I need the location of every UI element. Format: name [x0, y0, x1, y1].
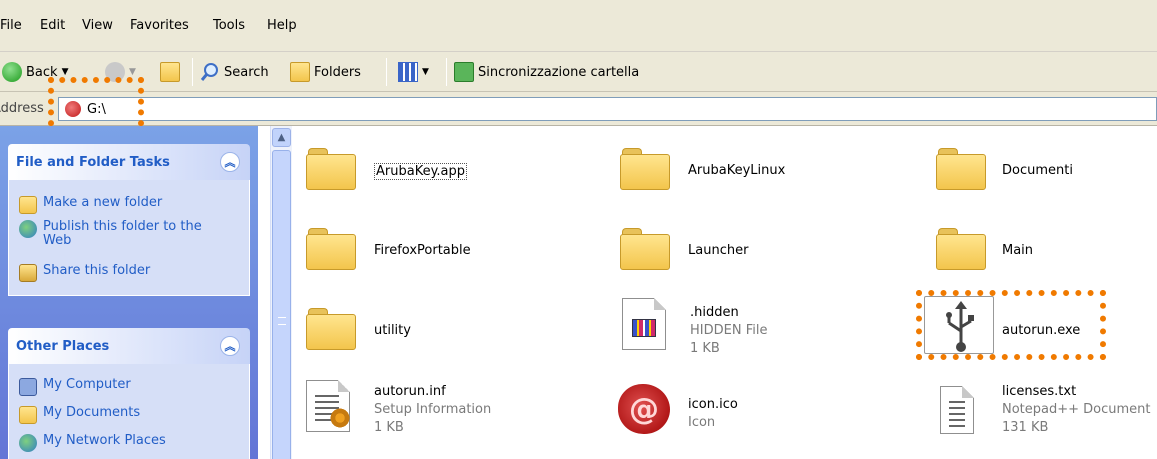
address-label: Address — [0, 101, 44, 116]
folder-icon[interactable] — [936, 146, 986, 190]
collapse-chevron-icon[interactable]: ︽ — [220, 336, 240, 356]
sync-icon — [454, 62, 474, 82]
share-folder-icon — [19, 264, 37, 282]
search-icon — [200, 62, 220, 82]
file-name[interactable]: Launcher — [688, 243, 748, 258]
menu-edit[interactable]: Edit — [40, 18, 65, 33]
place-my-documents[interactable]: My Documents — [19, 406, 140, 424]
file-name[interactable]: Main — [1002, 243, 1033, 258]
file-name[interactable]: ArubaKeyLinux — [688, 163, 785, 178]
folder-icon[interactable] — [306, 226, 356, 270]
file-name[interactable]: utility — [374, 323, 411, 338]
task-publish-folder[interactable]: Publish this folder to the Web — [19, 220, 229, 248]
scroll-up-arrow-icon[interactable]: ▲ — [272, 128, 291, 147]
menu-tools[interactable]: Tools — [213, 18, 245, 33]
autorun-highlight — [916, 290, 1106, 360]
place-label: My Documents — [43, 405, 141, 420]
menu-favorites[interactable]: Favorites — [130, 18, 189, 33]
dropdown-arrow-icon: ▼ — [422, 67, 429, 77]
folders-button[interactable]: Folders — [290, 58, 361, 86]
menu-help[interactable]: Help — [267, 18, 297, 33]
task-label: Share this folder — [43, 263, 151, 278]
new-folder-icon — [19, 196, 37, 214]
search-label: Search — [224, 64, 269, 80]
computer-icon — [19, 378, 37, 396]
sync-label: Sincronizzazione cartella — [478, 64, 640, 80]
other-places-body: My Computer My Documents My Network Plac… — [8, 364, 250, 459]
file-name[interactable]: Documenti — [1002, 163, 1073, 178]
dropdown-arrow-icon: ▼ — [129, 67, 136, 77]
place-my-computer[interactable]: My Computer — [19, 378, 131, 396]
wax-seal-icon[interactable]: @ — [618, 384, 670, 434]
file-kind: Setup Information — [374, 402, 492, 417]
file-kind: Notepad++ Document — [1002, 402, 1151, 417]
menu-bar: File Edit View Favorites Tools Help — [0, 0, 1157, 52]
file-name[interactable]: icon.ico — [688, 397, 738, 412]
setup-info-icon[interactable] — [306, 380, 351, 432]
file-size: 1 KB — [690, 341, 720, 356]
search-button[interactable]: Search — [200, 58, 269, 86]
folder-icon[interactable] — [306, 146, 356, 190]
file-folder-tasks-header[interactable]: File and Folder Tasks ︽ — [8, 144, 250, 180]
task-pane: File and Folder Tasks ︽ Make a new folde… — [0, 126, 258, 459]
other-places-header[interactable]: Other Places ︽ — [8, 328, 250, 364]
views-icon — [398, 62, 418, 82]
file-name[interactable]: .hidden — [690, 305, 739, 320]
file-name[interactable]: autorun.inf — [374, 384, 446, 399]
folders-label: Folders — [314, 64, 361, 80]
file-size: 131 KB — [1002, 420, 1049, 435]
file-folder-tasks-title: File and Folder Tasks — [16, 155, 170, 170]
grip-icon — [278, 317, 286, 325]
file-name[interactable]: licenses.txt — [1002, 384, 1076, 399]
task-label: Make a new folder — [43, 195, 163, 210]
task-share-folder[interactable]: Share this folder — [19, 264, 150, 282]
file-name[interactable]: ArubaKey.app — [374, 163, 468, 180]
task-label: Publish this folder to the Web — [43, 219, 202, 248]
file-kind: Icon — [688, 415, 716, 430]
network-icon — [19, 434, 37, 452]
hidden-file-icon[interactable] — [622, 298, 666, 350]
file-folder-tasks-body: Make a new folder Publish this folder to… — [8, 180, 250, 296]
menu-file[interactable]: File — [0, 18, 22, 33]
folder-icon[interactable] — [936, 226, 986, 270]
file-kind: HIDDEN File — [690, 323, 768, 338]
folders-icon — [290, 62, 310, 82]
address-input[interactable]: G:\ — [58, 97, 1157, 121]
address-bar: Address G:\ — [0, 92, 1157, 126]
vertical-scrollbar[interactable]: ▲ — [270, 126, 292, 459]
back-arrow-icon — [2, 62, 22, 82]
globe-icon — [19, 220, 37, 238]
place-label: My Network Places — [43, 433, 166, 448]
dropdown-arrow-icon: ▼ — [61, 67, 69, 77]
toolbar: Back ▼ ▼ Search Folders ▼ Sincronizzazio… — [0, 52, 1157, 92]
views-button[interactable]: ▼ — [398, 58, 429, 86]
documents-icon — [19, 406, 37, 424]
collapse-chevron-icon[interactable]: ︽ — [220, 152, 240, 172]
folder-icon[interactable] — [620, 226, 670, 270]
up-folder-button[interactable] — [160, 58, 180, 86]
up-folder-icon — [160, 62, 180, 82]
place-label: My Computer — [43, 377, 131, 392]
place-my-network[interactable]: My Network Places — [19, 434, 166, 452]
file-name[interactable]: FirefoxPortable — [374, 243, 471, 258]
folder-icon[interactable] — [306, 306, 356, 350]
folder-icon[interactable] — [620, 146, 670, 190]
menu-view[interactable]: View — [82, 18, 113, 33]
sync-folder-button[interactable]: Sincronizzazione cartella — [454, 58, 639, 86]
task-make-new-folder[interactable]: Make a new folder — [19, 196, 162, 214]
file-size: 1 KB — [374, 420, 404, 435]
text-document-icon[interactable] — [940, 386, 974, 434]
other-places-title: Other Places — [16, 339, 110, 354]
scroll-thumb[interactable] — [272, 150, 291, 459]
